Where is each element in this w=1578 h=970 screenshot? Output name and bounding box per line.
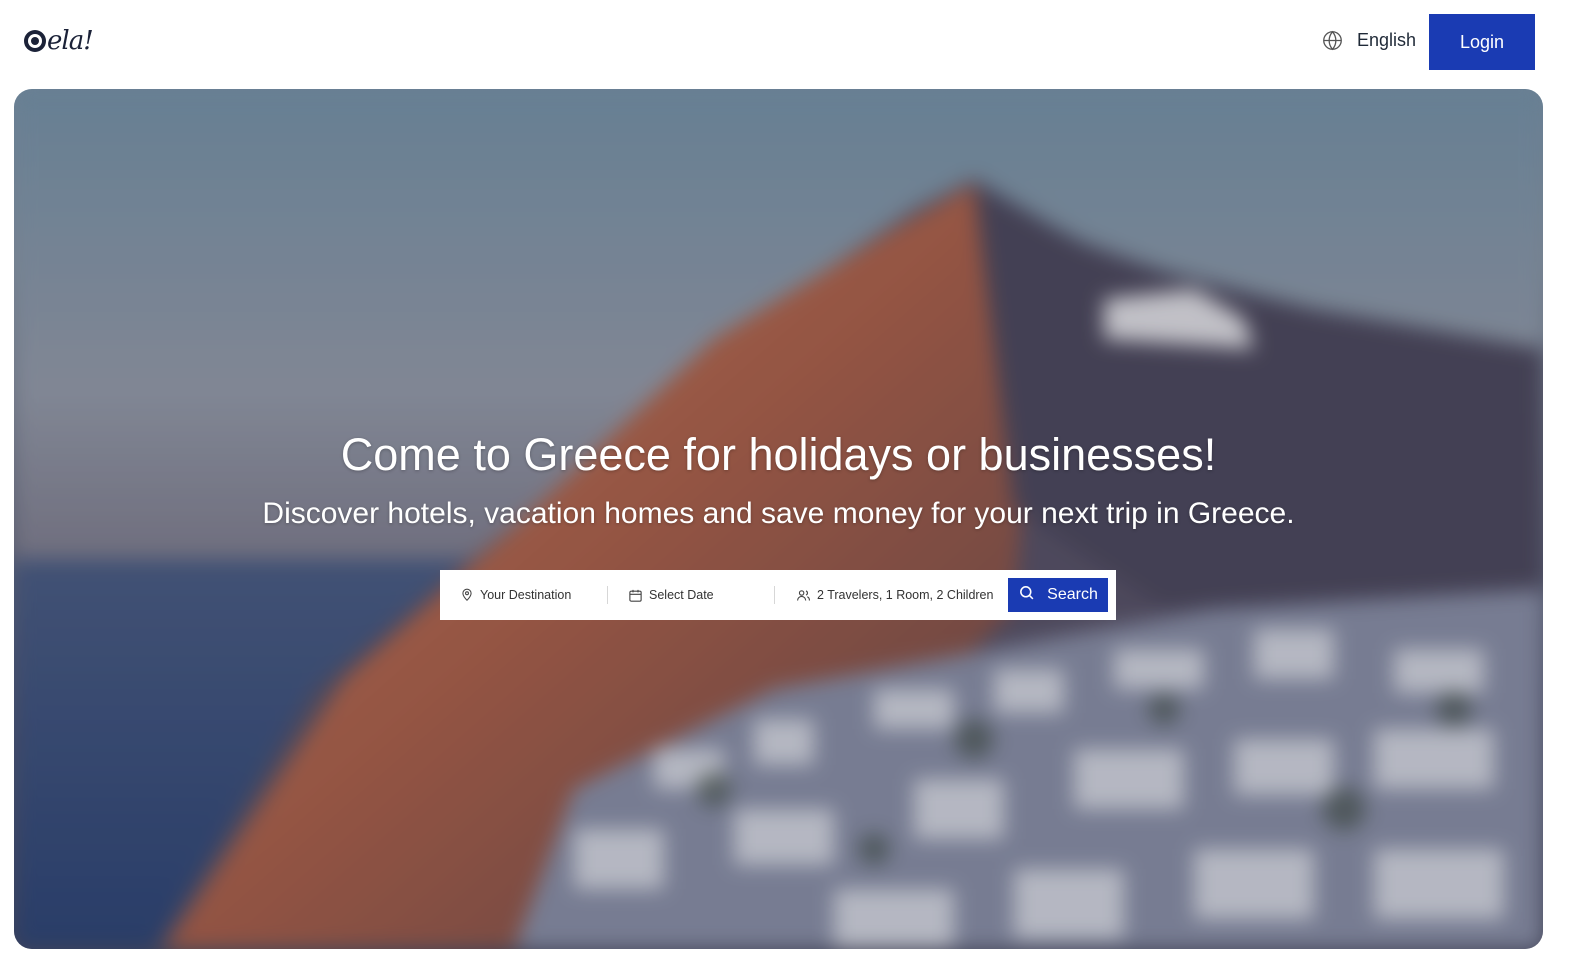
search-icon (1018, 584, 1035, 606)
site-header: ela! English Login (0, 0, 1578, 84)
search-button-label: Search (1047, 586, 1098, 603)
language-label: English (1357, 30, 1417, 50)
destination-field[interactable]: Your Destination (460, 570, 608, 620)
hero-subtitle: Discover hotels, vacation homes and save… (262, 497, 1295, 530)
hero-title: Come to Greece for holidays or businesse… (340, 429, 1217, 480)
travelers-field[interactable]: 2 Travelers, 1 Room, 2 Children (796, 570, 1006, 620)
calendar-icon (628, 588, 643, 603)
globe-icon (1322, 30, 1343, 51)
eye-logo-icon (24, 30, 46, 52)
hero-banner: Come to Greece for holidays or businesse… (14, 89, 1543, 949)
site-logo[interactable]: ela! (24, 24, 94, 58)
field-divider (607, 586, 608, 604)
logo-text: ela! (47, 26, 94, 56)
date-field[interactable]: Select Date (628, 570, 774, 620)
date-placeholder: Select Date (649, 588, 714, 602)
login-button[interactable]: Login (1429, 14, 1535, 70)
language-selector[interactable]: English (1322, 30, 1416, 51)
search-button[interactable]: Search (1008, 578, 1108, 612)
field-divider (774, 586, 775, 604)
search-bar: Your Destination Select Date 2 Travelers… (440, 570, 1116, 620)
map-pin-icon (460, 588, 474, 602)
users-icon (796, 588, 811, 603)
destination-placeholder: Your Destination (480, 588, 572, 602)
travelers-value: 2 Travelers, 1 Room, 2 Children (817, 588, 994, 602)
